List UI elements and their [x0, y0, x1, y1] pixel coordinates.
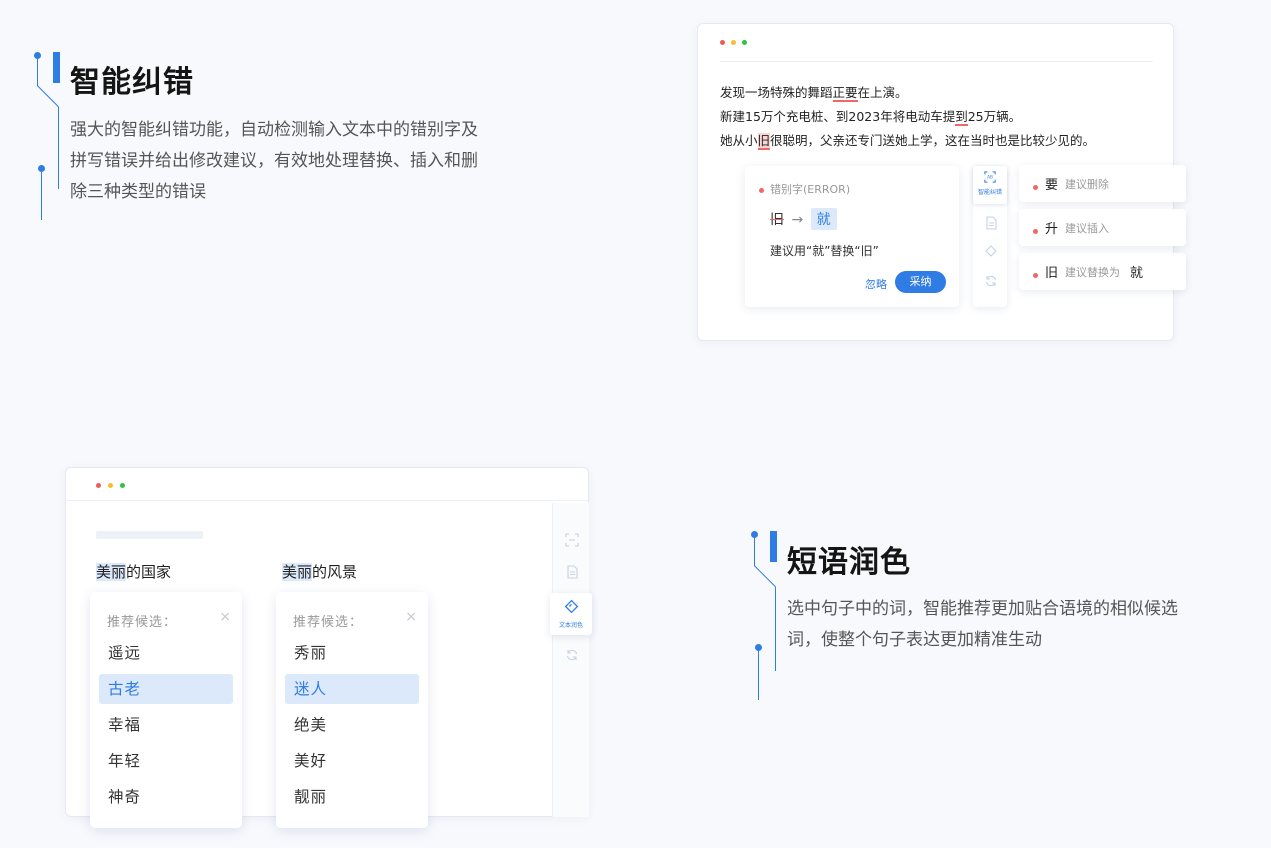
- tool-label: 文本润色: [559, 622, 584, 629]
- candidate-item[interactable]: 秀丽: [285, 638, 419, 668]
- document-icon[interactable]: [565, 565, 579, 579]
- text-polish-tool[interactable]: 文本润色: [550, 593, 592, 635]
- error-dot: [759, 187, 764, 193]
- window-close-dot[interactable]: [96, 483, 101, 488]
- window-maximize-dot[interactable]: [120, 483, 125, 488]
- suggestion-item[interactable]: 旧 建议替换为 就: [1019, 253, 1186, 290]
- candidate-item[interactable]: 美好: [285, 746, 419, 776]
- candidate-popup: 推荐候选： × 秀丽 迷人 绝美 美好 靓丽: [276, 592, 428, 828]
- suggestion-item[interactable]: 要 建议删除: [1019, 165, 1186, 202]
- candidate-item[interactable]: 遥远: [99, 638, 233, 668]
- scan-icon: AB: [984, 171, 996, 183]
- svg-text:AB: AB: [987, 175, 993, 181]
- tool-rail: [552, 503, 589, 817]
- section2-description: 选中句子中的词，智能推荐更加贴合语境的相似候选 词，使整个句子表达更加精准生动: [787, 599, 1178, 650]
- error-correction-window: 发现一场特殊的舞蹈正要在上演。 新建15万个充电桩、到2023年将电动车提到25…: [697, 23, 1186, 341]
- error-mark[interactable]: 正要: [832, 85, 858, 102]
- candidate-item[interactable]: 绝美: [285, 710, 419, 740]
- refresh-icon[interactable]: [984, 274, 998, 288]
- error-detail-card: 错别字(ERROR) 旧 → 就 建议用“就”替换“旧” 忽略 采纳: [745, 166, 959, 307]
- wrong-char: 旧: [770, 212, 784, 228]
- section1-title: 智能纠错: [70, 65, 194, 100]
- scan-icon[interactable]: [565, 533, 579, 547]
- document-icon[interactable]: [984, 216, 998, 230]
- error-type-label: 错别字(ERROR): [770, 183, 851, 196]
- suggestion-item[interactable]: 升 建议插入: [1019, 209, 1186, 246]
- error-dot: [1033, 185, 1038, 190]
- window-close-dot[interactable]: [720, 40, 725, 45]
- error-dot: [1033, 229, 1038, 234]
- phrase-text: 美丽的国家: [96, 563, 172, 581]
- error-mark[interactable]: 旧: [757, 133, 771, 150]
- title-placeholder-bar: [96, 531, 203, 539]
- candidate-item[interactable]: 神奇: [99, 782, 233, 812]
- accept-button[interactable]: 采纳: [895, 271, 946, 293]
- section2-title: 短语润色: [787, 545, 911, 580]
- diamond-icon[interactable]: [984, 244, 998, 258]
- window-minimize-dot[interactable]: [108, 483, 113, 488]
- arrow-icon: →: [791, 212, 804, 228]
- selected-word[interactable]: 美丽: [96, 563, 127, 581]
- error-dot: [1033, 273, 1038, 278]
- candidate-item[interactable]: 靓丽: [285, 782, 419, 812]
- close-icon[interactable]: ×: [405, 609, 417, 625]
- text-sentence: 发现一场特殊的舞蹈正要在上演。: [720, 85, 908, 102]
- candidate-item[interactable]: 迷人: [285, 674, 419, 704]
- candidate-item[interactable]: 古老: [99, 674, 233, 704]
- candidate-item[interactable]: 年轻: [99, 746, 233, 776]
- text-sentence: 新建15万个充电桩、到2023年将电动车提到25万辆。: [720, 109, 1022, 126]
- candidate-item[interactable]: 幸福: [99, 710, 233, 740]
- close-icon[interactable]: ×: [219, 609, 231, 625]
- refresh-icon[interactable]: [565, 648, 579, 662]
- text-sentence: 她从小旧很聪明，父亲还专门送她上学，这在当时也是比较少见的。: [720, 133, 1096, 150]
- ignore-button[interactable]: 忽略: [865, 276, 887, 292]
- window-minimize-dot[interactable]: [731, 40, 736, 45]
- tool-side-panel: AB 智能纠错: [973, 166, 1007, 307]
- diamond-icon: [564, 599, 579, 614]
- selected-word[interactable]: 美丽: [282, 563, 313, 581]
- phrase-text: 美丽的风景: [282, 563, 358, 581]
- correct-char: 就: [810, 208, 837, 230]
- section1-description: 强大的智能纠错功能，自动检测输入文本中的错别字及 拼写错误并给出修改建议，有效地…: [70, 120, 478, 202]
- suggestion-text: 建议用“就”替换“旧”: [770, 244, 879, 258]
- smart-correction-tool[interactable]: AB 智能纠错: [973, 166, 1007, 204]
- error-mark[interactable]: 到: [955, 109, 968, 126]
- candidate-popup: 推荐候选： × 遥远 古老 幸福 年轻 神奇: [90, 592, 242, 828]
- tool-label: 智能纠错: [978, 189, 1003, 196]
- window-maximize-dot[interactable]: [742, 40, 747, 45]
